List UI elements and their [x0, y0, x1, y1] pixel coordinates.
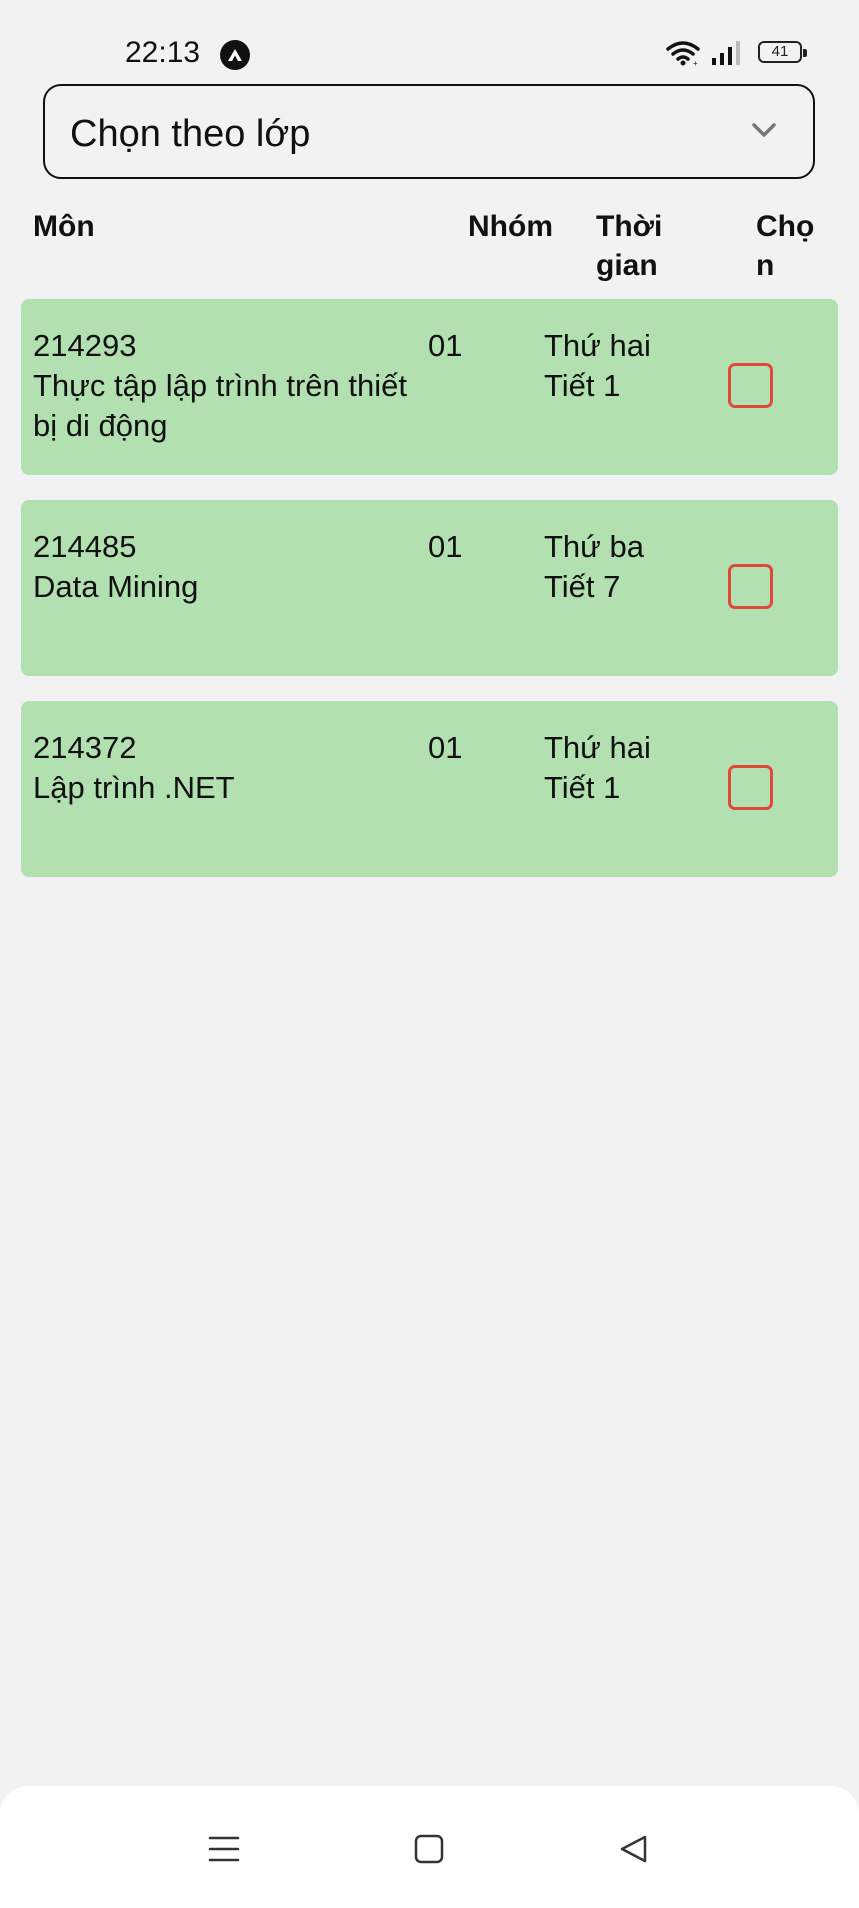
chevron-down-icon	[750, 120, 778, 145]
select-checkbox[interactable]	[728, 564, 773, 609]
time-cell: Thứ hai Tiết 1	[544, 326, 651, 406]
time-period: Tiết 1	[544, 368, 621, 403]
group-cell: 01	[428, 328, 463, 363]
class-select-dropdown[interactable]: Chọn theo lớp	[43, 84, 815, 179]
subject-code: 214293	[33, 328, 137, 363]
header-time: Thời gian	[596, 210, 663, 282]
header-select: Chọn	[756, 210, 815, 282]
status-bar: 22:13 + 41	[0, 0, 859, 80]
app-notification-icon	[220, 40, 250, 70]
subject-cell: 214293 Thực tập lập trình trên thiết bị …	[33, 326, 413, 446]
group-cell: 01	[428, 730, 463, 765]
subject-name: Data Mining	[33, 569, 199, 604]
home-square-icon[interactable]	[414, 1834, 444, 1869]
time-day: Thứ hai	[544, 328, 651, 363]
time-period: Tiết 1	[544, 770, 621, 805]
time-cell: Thứ hai Tiết 1	[544, 728, 651, 808]
time-day: Thứ hai	[544, 730, 651, 765]
subject-cell: 214372 Lập trình .NET	[33, 728, 413, 808]
time-cell: Thứ ba Tiết 7	[544, 527, 644, 607]
svg-text:+: +	[693, 59, 698, 66]
back-triangle-icon[interactable]	[618, 1834, 648, 1869]
select-checkbox[interactable]	[728, 363, 773, 408]
subject-cell: 214485 Data Mining	[33, 527, 413, 607]
header-subject: Môn	[33, 210, 95, 243]
menu-icon[interactable]	[208, 1834, 240, 1869]
wifi-icon: +	[666, 40, 700, 71]
group-cell: 01	[428, 529, 463, 564]
subject-code: 214372	[33, 730, 137, 765]
table-row: 214293 Thực tập lập trình trên thiết bị …	[21, 299, 838, 475]
system-nav-bar	[0, 1786, 859, 1908]
status-time: 22:13	[125, 36, 201, 69]
signal-icon	[710, 40, 742, 71]
time-day: Thứ ba	[544, 529, 645, 564]
subject-name: Lập trình .NET	[33, 770, 235, 805]
select-checkbox[interactable]	[728, 765, 773, 810]
class-select-label: Chọn theo lớp	[70, 113, 311, 155]
table-row: 214485 Data Mining 01 Thứ ba Tiết 7	[21, 500, 838, 676]
subject-name: Thực tập lập trình trên thiết bị di động	[33, 368, 407, 443]
header-group: Nhóm	[468, 210, 553, 243]
table-row: 214372 Lập trình .NET 01 Thứ hai Tiết 1	[21, 701, 838, 877]
battery-icon: 41	[758, 41, 807, 63]
subject-code: 214485	[33, 529, 137, 564]
time-period: Tiết 7	[544, 569, 621, 604]
